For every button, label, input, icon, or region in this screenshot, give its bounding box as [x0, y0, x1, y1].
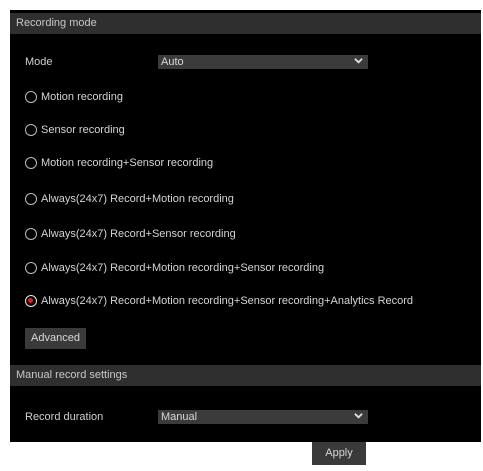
radio-button-selected[interactable] [25, 295, 37, 307]
radio-option-always-motion-sensor-analytics[interactable]: Always(24x7) Record+Motion recording+Sen… [25, 293, 413, 309]
mode-select[interactable]: Auto [158, 55, 368, 69]
radio-button[interactable] [25, 91, 37, 103]
apply-button-face[interactable]: Apply [312, 442, 366, 465]
radio-option-label: Always(24x7) Record+Motion recording+Sen… [41, 262, 325, 274]
chevron-down-icon [354, 58, 363, 64]
recording-mode-title: Recording mode [16, 17, 97, 29]
radio-option-always-motion-sensor[interactable]: Always(24x7) Record+Motion recording+Sen… [25, 260, 324, 276]
radio-option-sensor[interactable]: Sensor recording [25, 122, 125, 138]
radio-option-motion[interactable]: Motion recording [25, 89, 123, 105]
radio-option-label: Always(24x7) Record+Motion recording+Sen… [41, 295, 414, 307]
advanced-button-label: Advanced [31, 332, 80, 344]
mode-select-value: Auto [161, 56, 184, 68]
record-duration-select[interactable]: Manual [158, 410, 368, 424]
radio-option-label: Motion recording [41, 91, 123, 103]
record-duration-value: Manual [161, 411, 198, 423]
radio-button[interactable] [25, 124, 37, 136]
radio-button[interactable] [25, 262, 37, 274]
apply-button-label: Apply [325, 447, 353, 459]
radio-button[interactable] [25, 193, 37, 205]
manual-record-header: Manual record settings [10, 365, 481, 386]
radio-option-label: Sensor recording [41, 124, 125, 136]
recording-mode-header: Recording mode [10, 13, 481, 34]
mode-label: Mode [25, 56, 53, 68]
advanced-button[interactable]: Advanced [25, 328, 86, 349]
recording-settings-panel: Recording mode Mode Auto Motion recordin… [10, 10, 481, 452]
chevron-down-icon [354, 413, 363, 419]
radio-option-label: Always(24x7) Record+Sensor recording [41, 228, 236, 240]
manual-record-title: Manual record settings [16, 369, 128, 381]
radio-button[interactable] [25, 157, 37, 169]
radio-option-label: Always(24x7) Record+Motion recording [41, 193, 234, 205]
radio-option-label: Motion recording+Sensor recording [41, 157, 214, 169]
radio-option-always-sensor[interactable]: Always(24x7) Record+Sensor recording [25, 226, 236, 242]
radio-option-always-motion[interactable]: Always(24x7) Record+Motion recording [25, 191, 234, 207]
radio-option-motion-sensor[interactable]: Motion recording+Sensor recording [25, 155, 213, 171]
radio-button[interactable] [25, 228, 37, 240]
record-duration-label: Record duration [25, 411, 104, 423]
